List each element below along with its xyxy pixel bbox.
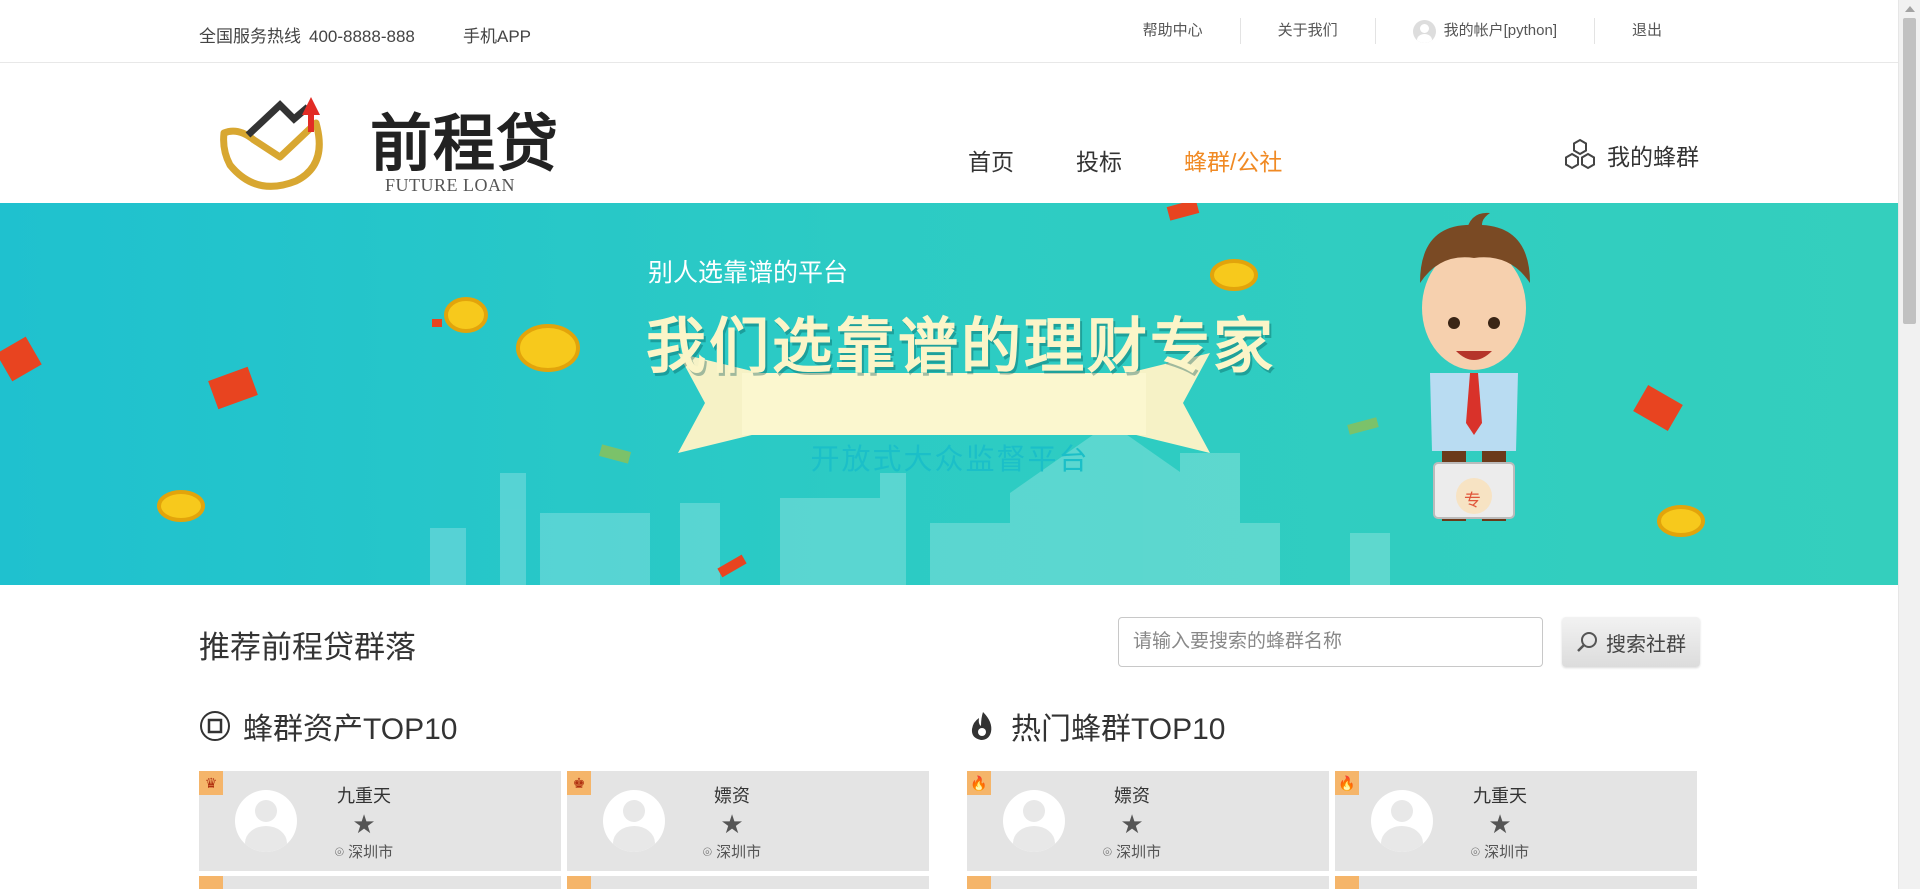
rank-badge-icon <box>967 876 991 889</box>
about-us-link[interactable]: 关于我们 <box>1239 18 1375 44</box>
banner-slogan: 我们选靠谱的理财专家 <box>646 312 1276 382</box>
hive-avatar <box>1371 790 1433 852</box>
hive-card-partial[interactable] <box>967 876 1329 889</box>
scrollbar-thumb[interactable] <box>1903 18 1916 324</box>
hive-name: 嫖资 <box>714 786 750 806</box>
briefcase-char: 专 <box>1464 491 1481 510</box>
search-hive-button[interactable]: 搜索社群 <box>1562 617 1700 667</box>
hive-city: 深圳市 <box>348 844 394 861</box>
user-avatar-icon <box>1412 19 1436 43</box>
flame-icon <box>971 712 992 740</box>
rank-badge-icon <box>1335 876 1359 889</box>
nav-invest[interactable]: 投标 <box>1076 143 1122 177</box>
map-pin-icon: ⌾ <box>1470 844 1485 861</box>
hexagon-cluster-icon <box>1565 138 1595 170</box>
search-button-label: 搜索社群 <box>1606 633 1686 656</box>
hive-name: 嫖资 <box>1114 786 1150 806</box>
hive-card[interactable]: 🔥 嫖资 ★ ⌾ 深圳市 <box>967 771 1329 871</box>
logout-link[interactable]: 退出 <box>1593 18 1662 44</box>
map-pin-icon: ⌾ <box>334 844 349 861</box>
hive-city: 深圳市 <box>716 844 762 861</box>
hotline-label: 全国服务热线 <box>199 27 301 46</box>
rank-badge-icon: ♛ <box>199 771 223 795</box>
hotline-number: 400-8888-888 <box>309 27 415 46</box>
hive-card[interactable]: ♚ 嫖资 ★ ⌾ 深圳市 <box>567 771 929 871</box>
hive-card[interactable]: ♛ 九重天 ★ ⌾ 深圳市 <box>199 771 561 871</box>
star-icon: ★ <box>352 809 376 839</box>
top-links: 帮助中心 关于我们 我的帐户[python] 退出 <box>1106 18 1662 44</box>
hive-location: ⌾ 深圳市 <box>667 841 797 862</box>
logo-mark-icon <box>220 97 323 190</box>
my-hive-label: 我的蜂群 <box>1607 144 1699 170</box>
mobile-app-link[interactable]: 手机APP <box>463 22 531 47</box>
hive-avatar <box>603 790 665 852</box>
hot-rank-header: 热门蜂群TOP10 <box>967 704 1226 748</box>
nav-home[interactable]: 首页 <box>968 143 1014 177</box>
page-scrollbar[interactable] <box>1898 0 1920 889</box>
map-pin-icon: ⌾ <box>702 844 717 861</box>
assets-rank-header: 蜂群资产TOP10 <box>199 704 458 748</box>
banner-ribbon-text: 开放式大众监督平台 <box>810 444 1090 476</box>
hive-location: ⌾ 深圳市 <box>299 841 429 862</box>
hive-city: 深圳市 <box>1484 844 1530 861</box>
hive-name: 九重天 <box>337 786 391 806</box>
hive-card-partial[interactable] <box>199 876 561 889</box>
star-icon: ★ <box>1488 809 1512 839</box>
hive-name: 九重天 <box>1473 786 1527 806</box>
logo-title: 前程贷 <box>370 107 560 180</box>
hive-card[interactable]: 🔥 九重天 ★ ⌾ 深圳市 <box>1335 771 1697 871</box>
service-hotline: 全国服务热线 400-8888-888 <box>199 22 415 47</box>
hive-avatar <box>235 790 297 852</box>
my-account-label: 我的帐户[python] <box>1443 22 1557 39</box>
nav-hive[interactable]: 蜂群/公社 <box>1184 143 1282 177</box>
coin-icon <box>200 711 230 741</box>
logo-subtitle: FUTURE LOAN <box>385 175 515 195</box>
site-header: 前程贷 FUTURE LOAN 首页 投标 蜂群/公社 我的蜂群 <box>0 63 1898 203</box>
rank-badge-icon <box>199 876 223 889</box>
banner-illustration <box>0 203 1705 585</box>
star-icon: ★ <box>720 809 744 839</box>
rank-badge-icon: 🔥 <box>1335 771 1359 795</box>
banner-small-text: 别人选靠谱的平台 <box>648 259 849 287</box>
scroll-up-icon[interactable] <box>1905 6 1915 12</box>
my-account-link[interactable]: 我的帐户[python] <box>1374 18 1594 44</box>
hive-avatar <box>1003 790 1065 852</box>
magnifier-icon <box>1577 632 1597 652</box>
hive-search-input[interactable] <box>1118 617 1543 667</box>
top-bar: 全国服务热线 400-8888-888 手机APP 帮助中心 关于我们 我的帐户[… <box>0 0 1898 63</box>
my-hive-link[interactable]: 我的蜂群 <box>1563 138 1699 172</box>
main-nav: 首页 投标 蜂群/公社 <box>968 143 1344 177</box>
hive-city: 深圳市 <box>1116 844 1162 861</box>
businessman-character-icon <box>1420 212 1530 521</box>
assets-rank-title: 蜂群资产TOP10 <box>243 713 458 746</box>
rank-badge-icon <box>567 876 591 889</box>
site-logo[interactable]: 前程贷 FUTURE LOAN <box>220 85 570 195</box>
hive-card-partial[interactable] <box>1335 876 1697 889</box>
hive-card-partial[interactable] <box>567 876 929 889</box>
star-icon: ★ <box>1120 809 1144 839</box>
promo-banner[interactable]: 别人选靠谱的平台 我们选靠谱的理财专家 开放式大众监督平台 专 <box>0 203 1898 585</box>
recommend-title: 推荐前程贷群落 <box>199 630 416 665</box>
hive-location: ⌾ 深圳市 <box>1435 841 1565 862</box>
rank-badge-icon: ♚ <box>567 771 591 795</box>
hive-location: ⌾ 深圳市 <box>1067 841 1197 862</box>
rank-badge-icon: 🔥 <box>967 771 991 795</box>
map-pin-icon: ⌾ <box>1102 844 1117 861</box>
help-center-link[interactable]: 帮助中心 <box>1106 18 1240 44</box>
hot-rank-title: 热门蜂群TOP10 <box>1011 713 1226 746</box>
